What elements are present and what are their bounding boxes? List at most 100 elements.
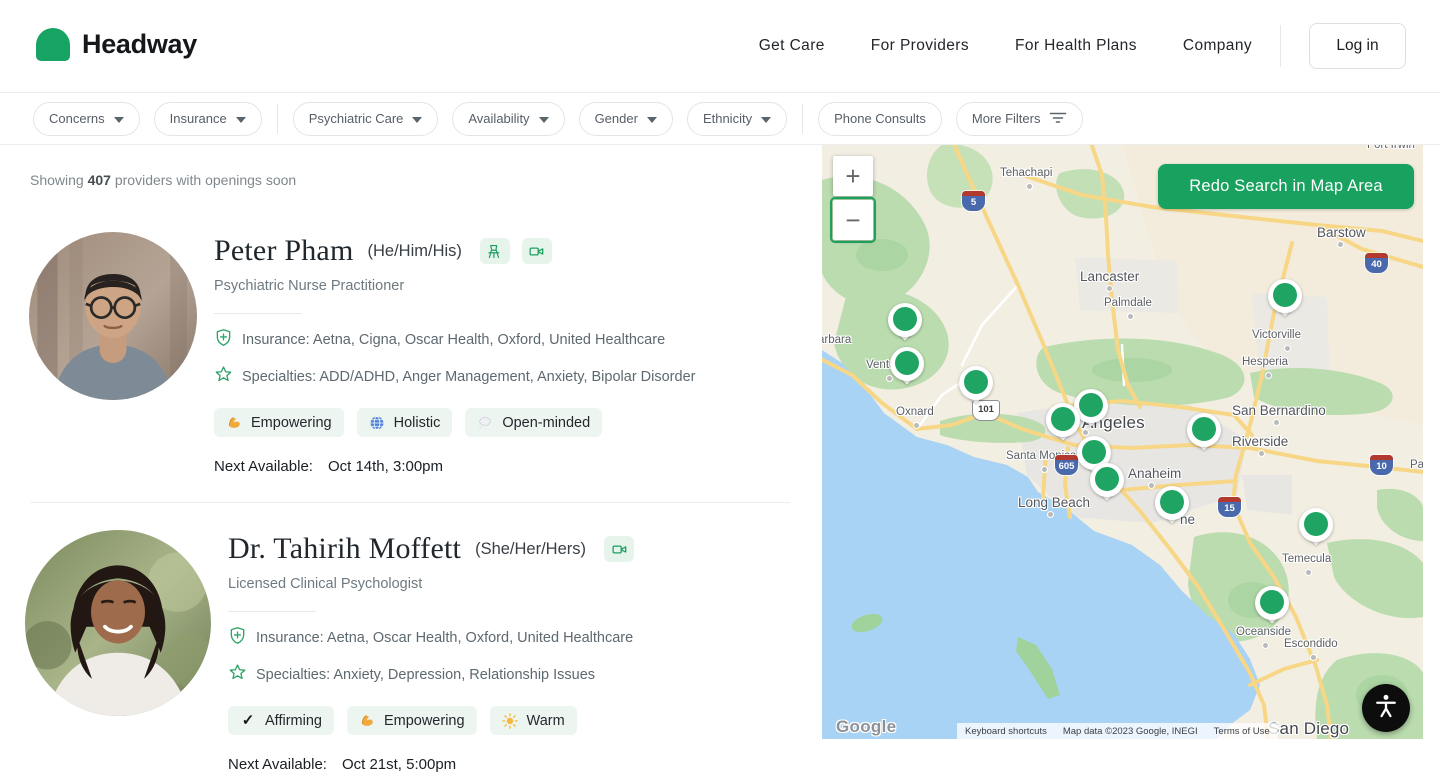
filter-label: Psychiatric Care — [309, 111, 404, 126]
sun-icon — [502, 713, 518, 729]
map-marker-pin[interactable] — [890, 347, 924, 391]
next-available-value: Oct 14th, 3:00pm — [328, 458, 443, 475]
map-marker-pin[interactable] — [1046, 403, 1080, 447]
shield-plus-icon — [228, 626, 247, 649]
attribution-keyboard-shortcuts[interactable]: Keyboard shortcuts — [957, 723, 1055, 739]
provider-name-row: Peter Pham(He/Him/His) — [214, 234, 695, 268]
globe-icon — [369, 415, 385, 431]
chevron-down-icon — [761, 111, 771, 126]
map-label-tehachapi: Tehachapi — [1000, 167, 1052, 179]
map-zoom-in-button[interactable]: + — [833, 156, 873, 196]
provider-name: Peter Pham — [214, 234, 353, 268]
trait-badge-warm: Warm — [490, 706, 577, 735]
pin-dot — [895, 351, 919, 375]
map-zoom-out-button[interactable]: − — [833, 200, 873, 240]
pin-dot — [1192, 417, 1216, 441]
redo-search-button[interactable]: Redo Search in Map Area — [1158, 164, 1414, 209]
main-nav: Get Care For Providers For Health Plans Com… — [759, 0, 1406, 92]
session-format-icons — [604, 536, 634, 562]
headway-logo[interactable]: Headway — [36, 28, 197, 61]
shield-plus-icon — [214, 328, 233, 351]
shield-number: 5 — [962, 196, 985, 210]
nav-link-get-care[interactable]: Get Care — [759, 37, 825, 55]
filter-label: Phone Consults — [834, 111, 926, 126]
filter-lines-icon — [1049, 111, 1067, 127]
map-city-dot — [1284, 345, 1291, 352]
thought-icon — [477, 415, 493, 431]
trait-badge-affirming: ✓Affirming — [228, 706, 334, 735]
interstate-605-shield: 605 — [1055, 455, 1078, 475]
filter-group-divider — [277, 104, 278, 134]
trait-label: Empowering — [251, 415, 332, 431]
map-marker-pin[interactable] — [1090, 463, 1124, 507]
map-marker-pin[interactable] — [1187, 413, 1221, 457]
nav-link-for-health-plans[interactable]: For Health Plans — [1015, 37, 1137, 55]
provider-pronouns: (She/Her/Hers) — [475, 540, 586, 559]
map-marker-pin[interactable] — [1299, 508, 1333, 552]
next-available-row: Next Available:Oct 14th, 3:00pm — [214, 458, 695, 475]
provider-list: Peter Pham(He/Him/His) Psychiatric Nurse … — [0, 232, 822, 773]
filter-label: Gender — [595, 111, 638, 126]
filter-phone-consults[interactable]: Phone Consults — [818, 102, 942, 136]
accessibility-widget-button[interactable] — [1362, 684, 1410, 732]
provider-info: Dr. Tahirih Moffett(She/Her/Hers) License… — [228, 530, 634, 773]
filter-more-filters[interactable]: More Filters — [956, 102, 1084, 136]
specialties-text: Specialties: Anxiety, Depression, Relati… — [256, 667, 595, 683]
card-separator — [30, 502, 790, 503]
pin-dot — [1273, 283, 1297, 307]
headway-logo-icon — [36, 28, 70, 61]
map-label-escondido: Escondido — [1284, 638, 1338, 650]
map-marker-pin[interactable] — [888, 303, 922, 347]
trait-label: Open-minded — [502, 415, 590, 431]
filter-gender[interactable]: Gender — [579, 102, 673, 136]
map-marker-pin[interactable] — [1155, 486, 1189, 530]
map-label-fort-irwin: Fort Irwin — [1367, 145, 1415, 151]
nav-link-for-providers[interactable]: For Providers — [871, 37, 969, 55]
map-attribution: Keyboard shortcutsMap data ©2023 Google,… — [957, 723, 1278, 739]
shield-number: 10 — [1370, 460, 1393, 474]
map-marker-pin[interactable] — [959, 366, 993, 410]
insurance-row: Insurance: Aetna, Cigna, Oscar Health, O… — [214, 328, 695, 351]
nav-link-company[interactable]: Company — [1183, 37, 1252, 55]
pin-dot — [893, 307, 917, 331]
shield-number: 40 — [1365, 258, 1388, 272]
filter-insurance[interactable]: Insurance — [154, 102, 262, 136]
filter-label: Insurance — [170, 111, 227, 126]
map-city-dot — [1047, 511, 1054, 518]
trait-label: Affirming — [265, 713, 322, 729]
attribution-map-data-2023-google-inegi[interactable]: Map data ©2023 Google, INEGI — [1055, 723, 1206, 739]
map-label-san-bernardino: San Bernardino — [1232, 403, 1326, 418]
google-logo[interactable]: Google — [836, 717, 896, 737]
map-marker-pin[interactable] — [1255, 586, 1289, 630]
trait-badge-empowering: Empowering — [347, 706, 477, 735]
pin-dot — [1079, 393, 1103, 417]
filter-psychiatric-care[interactable]: Psychiatric Care — [293, 102, 439, 136]
filter-concerns[interactable]: Concerns — [33, 102, 140, 136]
filter-availability[interactable]: Availability — [452, 102, 564, 136]
provider-card[interactable]: Peter Pham(He/Him/His) Psychiatric Nurse … — [0, 232, 822, 475]
pin-dot — [1160, 490, 1184, 514]
chevron-down-icon — [539, 111, 549, 126]
trait-badges: EmpoweringHolisticOpen-minded — [214, 408, 695, 437]
login-button[interactable]: Log in — [1309, 23, 1406, 69]
trait-label: Empowering — [384, 713, 465, 729]
results-summary-suffix: providers with openings soon — [115, 172, 296, 188]
interstate-40-shield: 40 — [1365, 253, 1388, 273]
attribution-terms-of-use[interactable]: Terms of Use — [1206, 723, 1278, 739]
shield-number: 15 — [1218, 502, 1241, 516]
map-label-victorville: Victorville — [1252, 329, 1301, 341]
interstate-10-shield: 10 — [1370, 455, 1393, 475]
map-panel[interactable]: + − Redo Search in Map Area Fort Irwin Te… — [822, 145, 1423, 739]
pin-dot — [1304, 512, 1328, 536]
filter-label: Concerns — [49, 111, 105, 126]
provider-results-panel: Showing 407 providers with openings soon… — [0, 145, 822, 777]
provider-name-row: Dr. Tahirih Moffett(She/Her/Hers) — [228, 532, 634, 566]
map-marker-pin[interactable] — [1268, 279, 1302, 323]
nav-divider — [1280, 25, 1281, 67]
provider-card[interactable]: Dr. Tahirih Moffett(She/Her/Hers) License… — [0, 530, 822, 773]
chevron-down-icon — [114, 111, 124, 126]
provider-credential: Licensed Clinical Psychologist — [228, 576, 634, 592]
provider-credential: Psychiatric Nurse Practitioner — [214, 278, 695, 294]
specialties-text: Specialties: ADD/ADHD, Anger Management,… — [242, 369, 695, 385]
filter-ethnicity[interactable]: Ethnicity — [687, 102, 787, 136]
